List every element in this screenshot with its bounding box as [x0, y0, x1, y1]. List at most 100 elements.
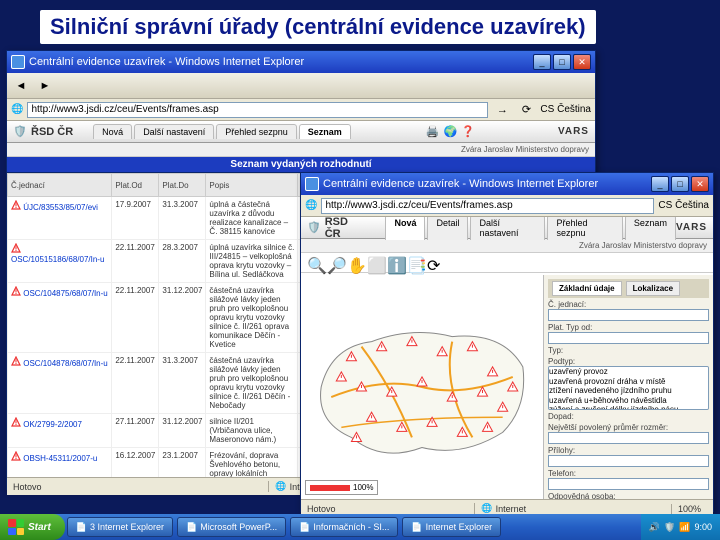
refresh-icon[interactable]: ⟳	[516, 100, 536, 120]
app-icon: 📄	[186, 522, 197, 533]
zoom-in-icon[interactable]: 🔍	[307, 256, 321, 270]
legend-bar	[310, 485, 350, 491]
close-button[interactable]: ✕	[573, 54, 591, 70]
system-tray[interactable]: 🔊 🛡️ 📶 9:00	[641, 514, 720, 540]
tab-nova[interactable]: Nová	[93, 124, 132, 139]
rsd-logo-icon: 🛡️	[307, 221, 321, 235]
rsd-logo-icon: 🛡️	[13, 125, 27, 139]
taskbar-item[interactable]: 📄Informačních - SI...	[290, 517, 398, 537]
tray-time: 9:00	[694, 522, 712, 532]
inp-popis[interactable]	[548, 432, 709, 444]
minimize-button[interactable]: _	[533, 54, 551, 70]
warning-icon	[11, 200, 21, 210]
lbl-dopad: Dopad:	[548, 412, 709, 421]
zoom-out-icon[interactable]: 🔎	[327, 256, 341, 270]
url-input[interactable]	[27, 102, 488, 118]
print-icon[interactable]: 🖨️	[426, 125, 440, 138]
status-left: Hotovo	[13, 482, 42, 492]
extent-icon[interactable]: ⬜	[367, 256, 381, 270]
warning-icon	[11, 356, 21, 366]
legend-value: 100%	[353, 483, 373, 492]
map-legend: 100%	[305, 480, 378, 495]
warning-icon	[11, 286, 21, 296]
warning-icon	[11, 417, 21, 427]
win1-titlebar[interactable]: Centrální evidence uzavírek - Windows In…	[7, 51, 595, 73]
map[interactable]: 100%	[301, 275, 543, 499]
taskbar-item[interactable]: 📄Internet Explorer	[402, 517, 501, 537]
windows-logo-icon	[8, 519, 24, 535]
tab-dalsi[interactable]: Další nastavení	[134, 124, 214, 139]
tray-icon[interactable]: 🛡️	[664, 522, 675, 533]
lang-indicator: CS Čeština	[658, 200, 709, 211]
cj-link[interactable]: OSC/10515186/68/07/In-u	[11, 255, 104, 264]
cj-link[interactable]: OBSH-45311/2007-u	[23, 454, 97, 463]
tab-seznam[interactable]: Seznam	[299, 124, 351, 139]
tab-dalsi2[interactable]: Další nastavení	[470, 217, 545, 240]
app-tabs2: Nová Detail Další nastavení Přehled sezp…	[385, 217, 676, 240]
cj-link[interactable]: OSC/104875/68/07/In-u	[23, 289, 108, 298]
grid-title: Seznam vydaných rozhodnutí	[7, 157, 595, 173]
inp-prilohy[interactable]	[548, 455, 709, 467]
tab-detail2[interactable]: Detail	[427, 217, 468, 240]
win1-title: Centrální evidence uzavírek - Windows In…	[29, 56, 531, 68]
globe2-icon[interactable]: 🌍	[444, 125, 458, 138]
tab-seznam2[interactable]: Seznam	[625, 217, 676, 240]
lbl-prilohy: Přílohy:	[548, 446, 709, 455]
tray-icon[interactable]: 🔊	[649, 522, 660, 533]
app-brand2: ŘSD ČR	[325, 217, 366, 240]
internet-icon: 🌐	[275, 481, 286, 492]
close-button[interactable]: ✕	[691, 176, 709, 192]
status-zoom2[interactable]: 100%	[671, 504, 707, 514]
help-icon[interactable]: ❓	[461, 125, 475, 138]
taskbar-item[interactable]: 📄Microsoft PowerP...	[177, 517, 286, 537]
lbl-cj: Č. jednací:	[548, 300, 709, 309]
user-line2: Zvára Jaroslav Ministerstvo dopravy	[301, 239, 713, 253]
refresh-icon[interactable]: ⟳	[427, 256, 441, 270]
back-icon[interactable]: ◄	[11, 76, 31, 96]
lbl-telefon: Telefon:	[548, 469, 709, 478]
lbl-odp: Odpovědná osoba:	[548, 492, 709, 499]
app-icon: 📄	[76, 522, 87, 533]
tray-icon[interactable]: 📶	[679, 522, 690, 533]
sel-podtyp2[interactable]: uzavřený provozuzavřená provozní dráha v…	[548, 366, 709, 410]
maximize-button[interactable]: □	[553, 54, 571, 70]
window-2: Centrální evidence uzavírek - Windows In…	[300, 172, 714, 512]
cj-link[interactable]: ÚJC/83553/85/07/evi	[23, 203, 98, 212]
warning-icon	[11, 451, 21, 461]
forward-icon[interactable]: ►	[35, 76, 55, 96]
inp-telefon[interactable]	[548, 478, 709, 490]
globe-icon: 🌐	[305, 200, 317, 211]
tab-prehled2[interactable]: Přehled sezpnu	[547, 217, 622, 240]
app-icon: 📄	[411, 522, 422, 533]
minimize-button[interactable]: _	[651, 176, 669, 192]
go-icon[interactable]: →	[492, 100, 512, 120]
layers-icon[interactable]: 📑	[407, 256, 421, 270]
vars-logo2: VARS	[676, 222, 707, 233]
app-brand: ŘSD ČR	[31, 126, 73, 138]
app-header: 🛡️ ŘSD ČR Nová Další nastavení Přehled s…	[7, 121, 595, 143]
slide-title: Silniční správní úřady (centrální eviden…	[40, 10, 596, 44]
url-input[interactable]	[321, 198, 654, 214]
ie-icon	[305, 177, 319, 191]
tab-prehled[interactable]: Přehled sezpnu	[216, 124, 297, 139]
start-button[interactable]: Start	[0, 514, 65, 540]
map-container[interactable]: 100%	[301, 275, 543, 499]
vars-logo: VARS	[558, 126, 589, 137]
inp-cj[interactable]	[548, 309, 709, 321]
taskbar: Start 📄3 Internet Explorer📄Microsoft Pow…	[0, 514, 720, 540]
identify-icon[interactable]: ℹ️	[387, 256, 401, 270]
cj-link[interactable]: OSC/104878/68/07/In-u	[23, 359, 108, 368]
maximize-button[interactable]: □	[671, 176, 689, 192]
inp-od[interactable]	[548, 332, 709, 344]
status-left2: Hotovo	[307, 504, 336, 514]
cj-link[interactable]: OK/2799-2/2007	[23, 420, 82, 429]
ptab-lok[interactable]: Lokalizace	[626, 281, 680, 296]
lbl-od: Plat. Typ od:	[548, 323, 709, 332]
pan-icon[interactable]: ✋	[347, 256, 361, 270]
win2-titlebar[interactable]: Centrální evidence uzavírek - Windows In…	[301, 173, 713, 195]
tab-nova2[interactable]: Nová	[385, 217, 425, 240]
ptab-zakl[interactable]: Základní údaje	[552, 281, 622, 296]
win2-addressbar: 🌐 CS Čeština	[301, 195, 713, 217]
warning-icon	[11, 243, 21, 253]
taskbar-item[interactable]: 📄3 Internet Explorer	[67, 517, 173, 537]
